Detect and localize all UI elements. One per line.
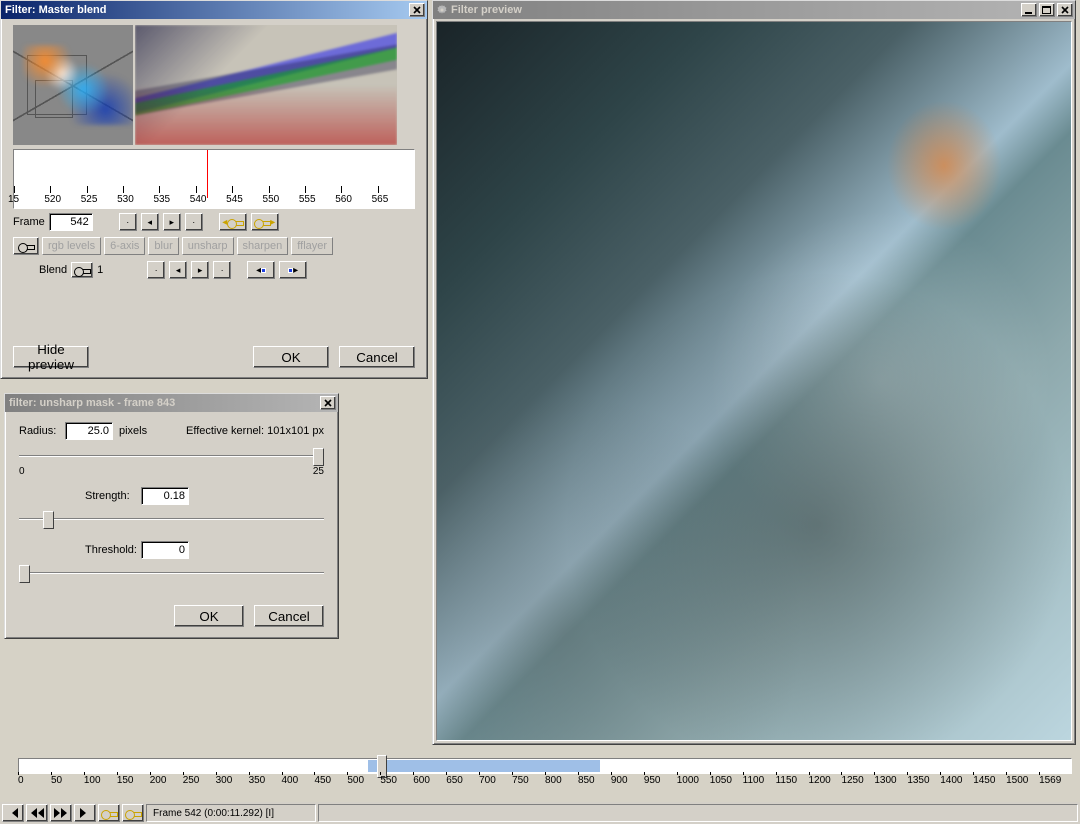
scopes-row (13, 25, 415, 145)
close-button[interactable] (320, 396, 336, 410)
tab-sharpen[interactable]: sharpen (237, 237, 289, 255)
timeline-ticks: 15 520 525 530 535 540 545 550 555 560 5… (14, 186, 414, 208)
blend-row: Blend 1 · ◂ ▸ · ◂ ▸ (13, 261, 415, 279)
threshold-input[interactable] (141, 541, 189, 559)
blend-next-fast[interactable]: · (213, 261, 231, 279)
step-back-button[interactable] (26, 804, 48, 822)
vectorscope (13, 25, 133, 145)
unsharp-window: filter: unsharp mask - frame 843 Radius:… (4, 393, 339, 639)
kernel-label: Effective kernel: 101x101 px (186, 425, 324, 437)
blend-key-icon[interactable] (71, 262, 93, 278)
master-blend-window: Filter: Master blend 15 520 525 530 535 … (0, 0, 428, 379)
minimize-button[interactable] (1021, 3, 1037, 17)
status-frame: Frame 542 (0:00:11.292) [I] (146, 804, 316, 822)
step-fwd-button[interactable] (50, 804, 72, 822)
frame-label: Frame (13, 216, 45, 228)
unsharp-buttons: OK Cancel (19, 605, 324, 627)
threshold-label: Threshold: (85, 544, 135, 556)
radius-range: 0 25 (19, 466, 324, 477)
cancel-button[interactable]: Cancel (254, 605, 324, 627)
strength-slider[interactable] (19, 509, 324, 529)
close-button[interactable] (1057, 3, 1073, 17)
status-empty (318, 804, 1078, 822)
cancel-button[interactable]: Cancel (339, 346, 415, 368)
key-prev-button[interactable] (98, 804, 120, 822)
radius-slider[interactable] (19, 446, 324, 466)
master-body: 15 520 525 530 535 540 545 550 555 560 5… (1, 19, 427, 285)
preview-titlebar[interactable]: Filter preview (433, 1, 1075, 19)
blend-prev-key[interactable]: ◂ (247, 261, 275, 279)
ok-button[interactable]: OK (174, 605, 244, 627)
unsharp-body: Radius: pixels Effective kernel: 101x101… (5, 412, 338, 637)
prev-fast-button[interactable]: · (119, 213, 137, 231)
blend-prev-fast[interactable]: · (147, 261, 165, 279)
prev-button[interactable]: ◂ (141, 213, 159, 231)
status-bar: Frame 542 (0:00:11.292) [I] (0, 802, 1080, 824)
next-fast-button[interactable]: · (185, 213, 203, 231)
strength-label: Strength: (85, 490, 135, 502)
master-titlebar[interactable]: Filter: Master blend (1, 1, 427, 19)
prev-key-button[interactable]: ◂ (219, 213, 247, 231)
radius-unit: pixels (119, 425, 147, 437)
strength-input[interactable] (141, 487, 189, 505)
threshold-row: Threshold: (19, 541, 324, 559)
ruler-selection[interactable] (368, 760, 599, 772)
blend-label: Blend (39, 264, 67, 276)
hide-preview-button[interactable]: Hide preview (13, 346, 89, 368)
preview-image (437, 22, 1071, 740)
radius-row: Radius: pixels Effective kernel: 101x101… (19, 422, 324, 440)
next-button[interactable]: ▸ (163, 213, 181, 231)
ok-button[interactable]: OK (253, 346, 329, 368)
blend-next-key[interactable]: ▸ (279, 261, 307, 279)
tab-unsharp[interactable]: unsharp (182, 237, 234, 255)
radius-thumb[interactable] (313, 448, 324, 466)
timeline-graph[interactable]: 15 520 525 530 535 540 545 550 555 560 5… (13, 149, 415, 209)
master-title: Filter: Master blend (3, 4, 407, 16)
tab-6-axis[interactable]: 6-axis (104, 237, 145, 255)
blend-prev[interactable]: ◂ (169, 261, 187, 279)
tab-fflayer[interactable]: fflayer (291, 237, 333, 255)
key-toggle[interactable] (13, 237, 39, 255)
radius-label: Radius: (19, 425, 59, 437)
gear-icon (435, 3, 449, 17)
frame-ruler: 0501001502002503003504004505005506006507… (18, 758, 1072, 788)
preview-content (436, 21, 1072, 741)
unsharp-titlebar[interactable]: filter: unsharp mask - frame 843 (5, 394, 338, 412)
master-buttons: Hide preview OK Cancel (13, 346, 415, 368)
tab-blur[interactable]: blur (148, 237, 178, 255)
frame-input[interactable] (49, 213, 93, 231)
strength-thumb[interactable] (43, 511, 54, 529)
preview-title: Filter preview (449, 4, 1019, 16)
close-button[interactable] (409, 3, 425, 17)
maximize-button[interactable] (1039, 3, 1055, 17)
strength-row: Strength: (19, 487, 324, 505)
ruler-labels: 0501001502002503003504004505005506006507… (18, 775, 1072, 786)
threshold-thumb[interactable] (19, 565, 30, 583)
go-start-button[interactable] (2, 804, 24, 822)
frame-row: Frame · ◂ ▸ · ◂ ▸ (13, 213, 415, 231)
blend-next[interactable]: ▸ (191, 261, 209, 279)
tab-rgb-levels[interactable]: rgb levels (42, 237, 101, 255)
next-key-button[interactable]: ▸ (251, 213, 279, 231)
filter-preview-window: Filter preview (432, 0, 1076, 745)
waveform-scope (135, 25, 397, 145)
unsharp-title: filter: unsharp mask - frame 843 (7, 397, 318, 409)
threshold-slider[interactable] (19, 563, 324, 583)
blend-value: 1 (97, 264, 111, 276)
key-next-button[interactable] (122, 804, 144, 822)
filter-tabs-row: rgb levels 6-axis blur unsharp sharpen f… (13, 237, 415, 255)
radius-input[interactable] (65, 422, 113, 440)
go-end-button[interactable] (74, 804, 96, 822)
